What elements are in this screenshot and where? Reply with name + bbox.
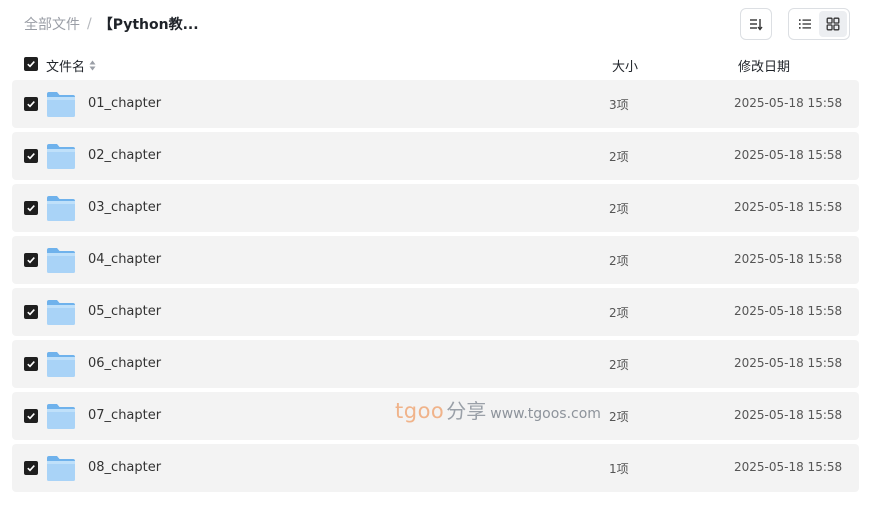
grid-view-icon <box>826 17 840 31</box>
file-date: 2025-05-18 15:58 <box>734 356 843 370</box>
table-header: 文件名 大小 修改日期 <box>12 50 859 78</box>
file-date: 2025-05-18 15:58 <box>734 252 843 266</box>
table-row[interactable]: 04_chapter 2项 2025-05-18 15:58 <box>12 236 859 284</box>
folder-icon <box>47 352 75 377</box>
table-row[interactable]: 07_chapter 2项 2025-05-18 15:58 <box>12 392 859 440</box>
file-size: 1项 <box>609 462 629 476</box>
checkmark-icon <box>27 257 35 264</box>
file-size: 2项 <box>609 306 629 320</box>
file-size: 2项 <box>609 202 629 216</box>
breadcrumb: 全部文件 / 【Python教... <box>24 14 199 34</box>
table-row[interactable]: 01_chapter 3项 2025-05-18 15:58 <box>12 80 859 128</box>
file-date: 2025-05-18 15:58 <box>734 200 843 214</box>
folder-icon <box>47 144 75 169</box>
table-row[interactable]: 03_chapter 2项 2025-05-18 15:58 <box>12 184 859 232</box>
row-checkbox[interactable] <box>24 357 38 371</box>
table-row[interactable]: 08_chapter 1项 2025-05-18 15:58 <box>12 444 859 492</box>
row-checkbox[interactable] <box>24 97 38 111</box>
file-date: 2025-05-18 15:58 <box>734 148 843 162</box>
view-toggle <box>788 8 850 40</box>
file-size: 3项 <box>609 98 629 112</box>
checkmark-icon <box>27 101 35 108</box>
sort-list-icon <box>750 19 763 31</box>
breadcrumb-current-folder: 【Python教... <box>98 17 199 33</box>
checkmark-icon <box>27 465 35 472</box>
file-name[interactable]: 07_chapter <box>88 408 161 423</box>
file-name[interactable]: 08_chapter <box>88 460 161 475</box>
column-header-name-label: 文件名 <box>46 60 86 75</box>
table-row[interactable]: 02_chapter 2项 2025-05-18 15:58 <box>12 132 859 180</box>
file-date: 2025-05-18 15:58 <box>734 304 843 318</box>
file-size: 2项 <box>609 150 629 164</box>
row-checkbox[interactable] <box>24 409 38 423</box>
folder-icon <box>47 300 75 325</box>
file-name[interactable]: 03_chapter <box>88 200 161 215</box>
table-row[interactable]: 05_chapter 2项 2025-05-18 15:58 <box>12 288 859 336</box>
file-date: 2025-05-18 15:58 <box>734 460 843 474</box>
row-checkbox[interactable] <box>24 149 38 163</box>
checkmark-icon <box>27 205 35 212</box>
checkmark-icon <box>27 153 35 160</box>
folder-icon <box>47 92 75 117</box>
file-size: 2项 <box>609 358 629 372</box>
folder-icon <box>47 456 75 481</box>
folder-icon <box>47 248 75 273</box>
breadcrumb-root-link[interactable]: 全部文件 <box>24 14 80 34</box>
list-view-button[interactable] <box>791 11 819 37</box>
file-size: 2项 <box>609 410 629 424</box>
top-bar: 全部文件 / 【Python教... <box>0 0 874 48</box>
file-list: 01_chapter 3项 2025-05-18 15:58 02_chapte… <box>12 80 859 496</box>
column-header-name[interactable]: 文件名 <box>46 56 96 75</box>
file-browser: 全部文件 / 【Python教... 文件名 大小 修改日期 01_chapte… <box>0 0 874 514</box>
breadcrumb-separator: / <box>87 16 92 32</box>
table-row[interactable]: 06_chapter 2项 2025-05-18 15:58 <box>12 340 859 388</box>
sort-caret-icon[interactable] <box>89 60 96 71</box>
checkmark-icon <box>27 309 35 316</box>
sort-button[interactable] <box>740 8 772 40</box>
column-header-size[interactable]: 大小 <box>612 56 638 75</box>
file-name[interactable]: 05_chapter <box>88 304 161 319</box>
list-view-icon <box>799 19 811 29</box>
checkmark-icon <box>27 413 35 420</box>
checkmark-icon <box>27 61 35 68</box>
select-all-checkbox[interactable] <box>24 57 38 71</box>
row-checkbox[interactable] <box>24 201 38 215</box>
row-checkbox[interactable] <box>24 305 38 319</box>
file-date: 2025-05-18 15:58 <box>734 408 843 422</box>
checkmark-icon <box>27 361 35 368</box>
row-checkbox[interactable] <box>24 253 38 267</box>
column-header-date[interactable]: 修改日期 <box>738 56 790 75</box>
file-name[interactable]: 04_chapter <box>88 252 161 267</box>
folder-icon <box>47 196 75 221</box>
folder-icon <box>47 404 75 429</box>
file-name[interactable]: 06_chapter <box>88 356 161 371</box>
grid-view-button[interactable] <box>819 11 847 37</box>
file-date: 2025-05-18 15:58 <box>734 96 843 110</box>
file-size: 2项 <box>609 254 629 268</box>
file-name[interactable]: 02_chapter <box>88 148 161 163</box>
file-name[interactable]: 01_chapter <box>88 96 161 111</box>
row-checkbox[interactable] <box>24 461 38 475</box>
